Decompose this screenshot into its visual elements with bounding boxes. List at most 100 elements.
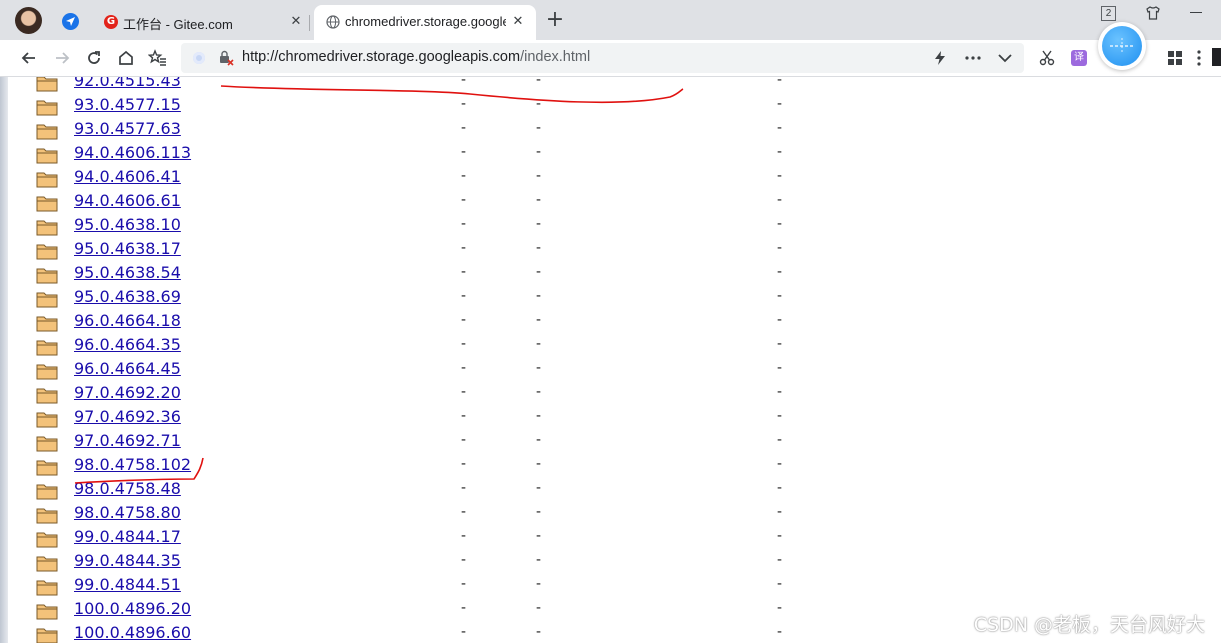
address-bar[interactable]: http://chromedriver.storage.googleapis.c… — [181, 43, 1024, 73]
globe-icon — [326, 15, 340, 29]
listing-row: 96.0.4664.35 - - - — [0, 334, 1221, 358]
back-arrow-icon[interactable] — [19, 48, 39, 68]
directory-link[interactable]: 98.0.4758.48 — [74, 479, 181, 498]
directory-link[interactable]: 95.0.4638.54 — [74, 263, 181, 282]
directory-link[interactable]: 96.0.4664.45 — [74, 359, 181, 378]
tab-gitee[interactable]: G 工作台 - Gitee.com ✕ — [96, 5, 310, 40]
listing-row: 98.0.4758.102 - - - — [0, 454, 1221, 478]
directory-link[interactable]: 94.0.4606.113 — [74, 143, 191, 162]
listing-row: 95.0.4638.10 - - - — [0, 214, 1221, 238]
send-icon[interactable] — [62, 13, 79, 30]
listing-row: 92.0.4515.43 - - - — [0, 77, 1221, 94]
more-dots-icon[interactable] — [965, 56, 981, 60]
url-text[interactable]: http://chromedriver.storage.googleapis.c… — [242, 49, 590, 65]
minimize-button[interactable] — [1190, 12, 1202, 13]
folder-icon — [36, 628, 58, 643]
etag-cell: - — [777, 431, 782, 448]
directory-link[interactable]: 92.0.4515.43 — [74, 77, 181, 90]
reload-icon[interactable] — [84, 48, 104, 68]
directory-link[interactable]: 96.0.4664.35 — [74, 335, 181, 354]
last-modified-cell: - — [461, 383, 466, 400]
directory-link[interactable]: 99.0.4844.35 — [74, 551, 181, 570]
bookmark-star-list-icon[interactable] — [148, 48, 168, 68]
directory-link[interactable]: 100.0.4896.20 — [74, 599, 191, 618]
privacy-dot-icon[interactable] — [193, 52, 205, 64]
home-icon[interactable] — [116, 48, 136, 68]
apps-grid-icon[interactable] — [1168, 51, 1182, 65]
chevron-down-icon[interactable] — [998, 53, 1012, 63]
lightning-icon[interactable] — [933, 50, 947, 66]
last-modified-cell: - — [461, 575, 466, 592]
size-cell: - — [536, 119, 541, 136]
directory-link[interactable]: 98.0.4758.102 — [74, 455, 191, 474]
listing-row: 95.0.4638.17 - - - — [0, 238, 1221, 262]
etag-cell: - — [777, 479, 782, 496]
directory-link[interactable]: 98.0.4758.80 — [74, 503, 181, 522]
size-cell: - — [536, 575, 541, 592]
directory-link[interactable]: 93.0.4577.63 — [74, 119, 181, 138]
directory-link[interactable]: 94.0.4606.61 — [74, 191, 181, 210]
etag-cell: - — [777, 143, 782, 160]
last-modified-cell: - — [461, 335, 466, 352]
listing-row: 94.0.4606.61 - - - — [0, 190, 1221, 214]
last-modified-cell: - — [461, 431, 466, 448]
listing-row: 93.0.4577.15 - - - — [0, 94, 1221, 118]
scissors-icon[interactable] — [1037, 48, 1057, 68]
directory-link[interactable]: 100.0.4896.60 — [74, 623, 191, 642]
size-cell: - — [536, 167, 541, 184]
etag-cell: - — [777, 311, 782, 328]
folder-icon — [36, 292, 58, 308]
size-cell: - — [536, 263, 541, 280]
tab-title: chromedriver.storage.googleapis.com/inde… — [345, 14, 506, 29]
directory-link[interactable]: 95.0.4638.17 — [74, 239, 181, 258]
close-icon[interactable]: ✕ — [288, 14, 304, 30]
listing-row: 97.0.4692.71 - - - — [0, 430, 1221, 454]
size-cell: - — [536, 77, 541, 88]
size-cell: - — [536, 407, 541, 424]
etag-cell: - — [777, 335, 782, 352]
gitee-logo-icon: G — [104, 15, 118, 29]
etag-cell: - — [777, 119, 782, 136]
toolbar: http://chromedriver.storage.googleapis.c… — [0, 40, 1221, 77]
size-cell: - — [536, 239, 541, 256]
directory-link[interactable]: 97.0.4692.20 — [74, 383, 181, 402]
size-cell: - — [536, 287, 541, 304]
directory-link[interactable]: 95.0.4638.10 — [74, 215, 181, 234]
folder-icon — [36, 556, 58, 572]
directory-link[interactable]: 99.0.4844.17 — [74, 527, 181, 546]
folder-icon — [36, 196, 58, 212]
listing-row: 99.0.4844.51 - - - — [0, 574, 1221, 598]
close-icon[interactable]: ✕ — [510, 14, 526, 30]
folder-icon — [36, 484, 58, 500]
skin-shirt-icon[interactable] — [1145, 5, 1161, 21]
last-modified-cell: - — [461, 311, 466, 328]
last-modified-cell: - — [461, 551, 466, 568]
tab-count-badge[interactable]: 2 — [1101, 6, 1116, 21]
size-cell: - — [536, 311, 541, 328]
new-tab-button[interactable]: + — [545, 9, 565, 31]
listing-row: 94.0.4606.113 - - - — [0, 142, 1221, 166]
floating-assistant-ball[interactable] — [1098, 22, 1146, 70]
etag-cell: - — [777, 503, 782, 520]
profile-avatar[interactable] — [15, 7, 42, 34]
last-modified-cell: - — [461, 143, 466, 160]
directory-link[interactable]: 97.0.4692.36 — [74, 407, 181, 426]
forward-arrow-icon[interactable] — [52, 48, 72, 68]
listing-row: 96.0.4664.18 - - - — [0, 310, 1221, 334]
directory-link[interactable]: 95.0.4638.69 — [74, 287, 181, 306]
directory-link[interactable]: 96.0.4664.18 — [74, 311, 181, 330]
directory-link[interactable]: 97.0.4692.71 — [74, 431, 181, 450]
directory-link[interactable]: 94.0.4606.41 — [74, 167, 181, 186]
sidebar-toggle-icon[interactable] — [1212, 48, 1221, 66]
directory-link[interactable]: 93.0.4577.15 — [74, 95, 181, 114]
last-modified-cell: - — [461, 503, 466, 520]
etag-cell: - — [777, 527, 782, 544]
folder-icon — [36, 268, 58, 284]
translate-extension-icon[interactable]: 译 — [1071, 50, 1087, 66]
listing-row: 98.0.4758.48 - - - — [0, 478, 1221, 502]
directory-link[interactable]: 99.0.4844.51 — [74, 575, 181, 594]
not-secure-lock-icon[interactable] — [218, 50, 234, 66]
menu-vertical-dots-icon[interactable] — [1196, 50, 1202, 66]
tab-chromedriver[interactable]: chromedriver.storage.googleapis.com/inde… — [314, 5, 536, 40]
etag-cell: - — [777, 191, 782, 208]
